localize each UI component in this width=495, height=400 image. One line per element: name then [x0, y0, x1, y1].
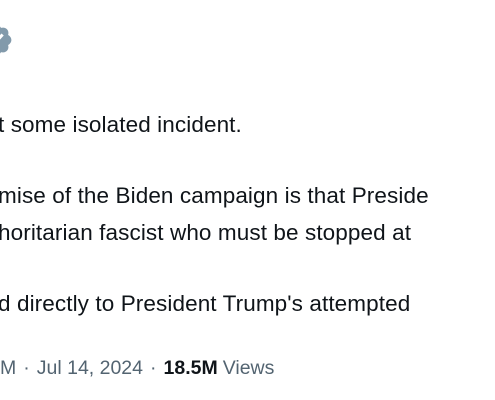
views-label[interactable]: Views — [218, 357, 275, 379]
tweet-meta: M · Jul 14, 2024 · 18.5M Views — [0, 355, 274, 381]
tweet-text-line: d directly to President Trump's attempte… — [0, 291, 411, 316]
meta-separator: · — [150, 357, 157, 379]
tweet-text-line: mise of the Biden campaign is that Presi… — [0, 183, 429, 208]
post-time[interactable]: M — [0, 357, 16, 379]
post-date[interactable]: Jul 14, 2024 — [37, 357, 143, 379]
views-count[interactable]: 18.5M — [164, 357, 218, 379]
tweet-card: t some isolated incident. mise of the Bi… — [0, 0, 495, 400]
meta-separator: · — [23, 357, 30, 379]
tweet-text-line: t some isolated incident. — [0, 112, 242, 137]
tweet-text-line: horitarian fascist who must be stopped a… — [0, 220, 412, 245]
verified-badge-icon[interactable] — [0, 22, 14, 58]
